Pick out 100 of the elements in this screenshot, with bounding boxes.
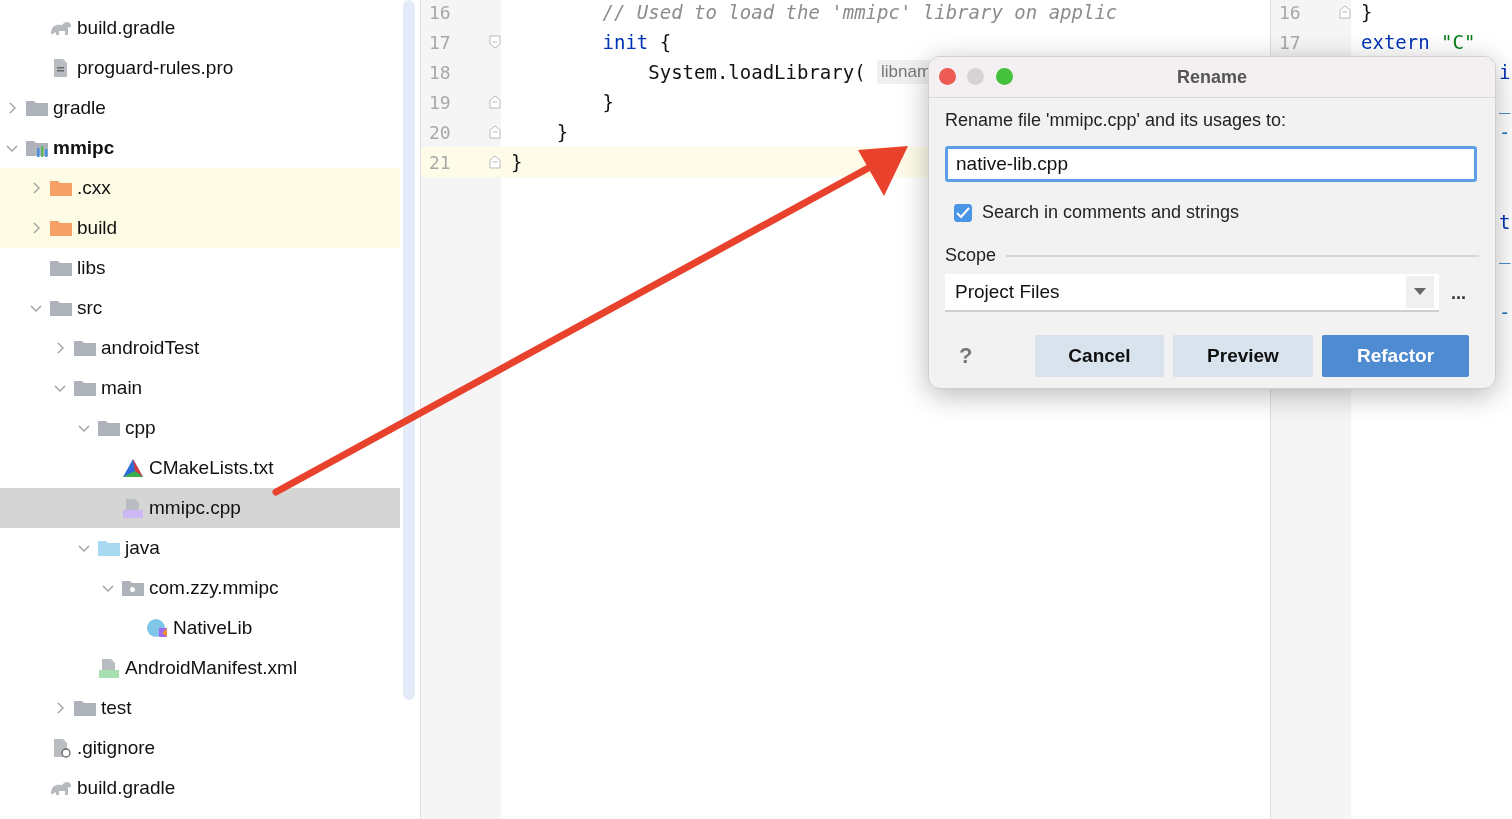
more-button[interactable]: ... <box>1451 282 1466 304</box>
item-label: CMakeLists.txt <box>149 457 274 479</box>
dialog-button[interactable]: Preview <box>1173 335 1313 377</box>
class-icon <box>146 618 168 638</box>
code-text: - <box>1499 301 1511 323</box>
item-label: libs <box>77 257 106 279</box>
folder-icon <box>98 538 120 558</box>
folder-icon <box>50 218 72 238</box>
item-label: test <box>101 697 132 719</box>
module-folder-icon <box>26 138 48 158</box>
section-label: Scope <box>945 245 997 266</box>
folder-icon <box>74 338 96 358</box>
tree-item[interactable]: proguard-rules.pro <box>0 48 400 88</box>
help-button[interactable]: ? <box>945 343 1035 369</box>
primary-button[interactable]: Refactor <box>1322 335 1469 377</box>
item-label: gradle <box>53 97 106 119</box>
item-label: src <box>77 297 103 319</box>
tree-item[interactable]: main <box>0 368 400 408</box>
line-number: 17 <box>1278 31 1302 53</box>
caret-icon <box>1414 288 1426 296</box>
minimize-button[interactable] <box>967 68 984 85</box>
line-number: 16 <box>428 1 452 23</box>
package-folder-icon <box>122 578 144 598</box>
folder-icon <box>74 698 96 718</box>
tree-item[interactable]: .cxx <box>0 168 400 208</box>
code-text: } <box>601 91 614 113</box>
cpp-file-icon <box>122 498 144 518</box>
tree-item[interactable]: com.zzy.mmipc <box>0 568 400 608</box>
line-number: 20 <box>428 121 452 143</box>
item-label: build.gradle <box>77 777 176 799</box>
item-label: androidTest <box>101 337 200 359</box>
line-number: 17 <box>428 31 452 53</box>
code-text: { <box>658 31 672 53</box>
fold-end-icon[interactable] <box>489 125 501 139</box>
code-text: - <box>1499 121 1511 143</box>
code-text: extern <box>1361 31 1431 53</box>
item-label: com.zzy.mmipc <box>149 577 279 599</box>
item-label: proguard-rules.pro <box>77 57 234 79</box>
tree-item[interactable]: mmipc.cpp <box>0 488 400 528</box>
code-text: t <box>1499 211 1511 233</box>
checkbox[interactable] <box>954 203 972 222</box>
folder-icon <box>98 418 120 438</box>
fold-end-icon[interactable] <box>489 155 501 169</box>
item-label: build.gradle <box>77 17 176 39</box>
tree-item[interactable]: AndroidManifest.xml <box>0 648 400 688</box>
tree-item[interactable]: cpp <box>0 408 400 448</box>
manifest-file-icon <box>98 658 120 678</box>
code-text: i <box>1499 61 1511 83</box>
tree-item[interactable]: build.gradle <box>0 8 400 48</box>
dialog-title: Rename <box>1177 66 1247 88</box>
tree-item[interactable]: NativeLib <box>0 608 400 648</box>
tree-item[interactable]: test <box>0 688 400 728</box>
item-label: build <box>77 217 118 239</box>
triangle-icon <box>122 458 144 478</box>
scrollbar-thumb[interactable] <box>403 0 415 700</box>
code-text: } <box>511 151 523 173</box>
close-button[interactable] <box>939 68 956 85</box>
prompt-label: Rename file 'mmipc.cpp' and its usages to: <box>945 110 1288 132</box>
name-input-field[interactable]: native-lib.cpp <box>945 146 1477 182</box>
tree-item[interactable]: mmipc <box>0 128 400 168</box>
tree-item[interactable]: libs <box>0 248 400 288</box>
item-label: cpp <box>125 417 156 439</box>
item-label: .gitignore <box>77 737 156 759</box>
code-text: init <box>601 31 649 53</box>
code-text: // Used to load the 'mmipc' library on applic <box>601 1 1118 23</box>
item-label: NativeLib <box>173 617 253 639</box>
folder-icon <box>50 258 72 278</box>
checkbox-label: Search in comments and strings <box>982 202 1240 223</box>
scope-dropdown[interactable]: Project Files <box>945 274 1439 312</box>
code-text: } <box>1361 1 1373 23</box>
tree-item[interactable]: build.gradle <box>0 768 400 808</box>
folder-icon <box>74 378 96 398</box>
folder-icon <box>26 98 48 118</box>
tree-item[interactable]: androidTest <box>0 328 400 368</box>
tree-item[interactable]: src <box>0 288 400 328</box>
item-label: java <box>125 537 160 559</box>
tree-item[interactable]: java <box>0 528 400 568</box>
line-number: 19 <box>428 91 452 113</box>
item-label: mmipc <box>53 137 115 159</box>
tree-item[interactable]: .gitignore <box>0 728 400 768</box>
dialog-button[interactable]: Cancel <box>1035 335 1164 377</box>
line-number: 21 <box>428 151 452 173</box>
line-number: 18 <box>428 61 452 83</box>
code-text: _ <box>1499 91 1511 113</box>
fold-start-icon[interactable] <box>489 35 501 49</box>
zoom-button[interactable] <box>996 68 1013 85</box>
fold-end-icon[interactable] <box>1339 5 1351 19</box>
code-text: "C" <box>1441 31 1476 53</box>
tree-item[interactable]: gradle <box>0 88 400 128</box>
tree-item[interactable]: build <box>0 208 400 248</box>
code-text: System.loadLibrary( <box>647 61 867 83</box>
code-text: _ <box>1499 241 1511 263</box>
tree-item[interactable]: CMakeLists.txt <box>0 448 400 488</box>
item-label: mmipc.cpp <box>149 497 241 519</box>
fold-end-icon[interactable] <box>489 95 501 109</box>
folder-icon <box>50 298 72 318</box>
item-label: AndroidManifest.xml <box>125 657 298 679</box>
line-number: 16 <box>1278 1 1302 23</box>
folder-icon <box>50 178 72 198</box>
item-label: .cxx <box>77 177 111 199</box>
